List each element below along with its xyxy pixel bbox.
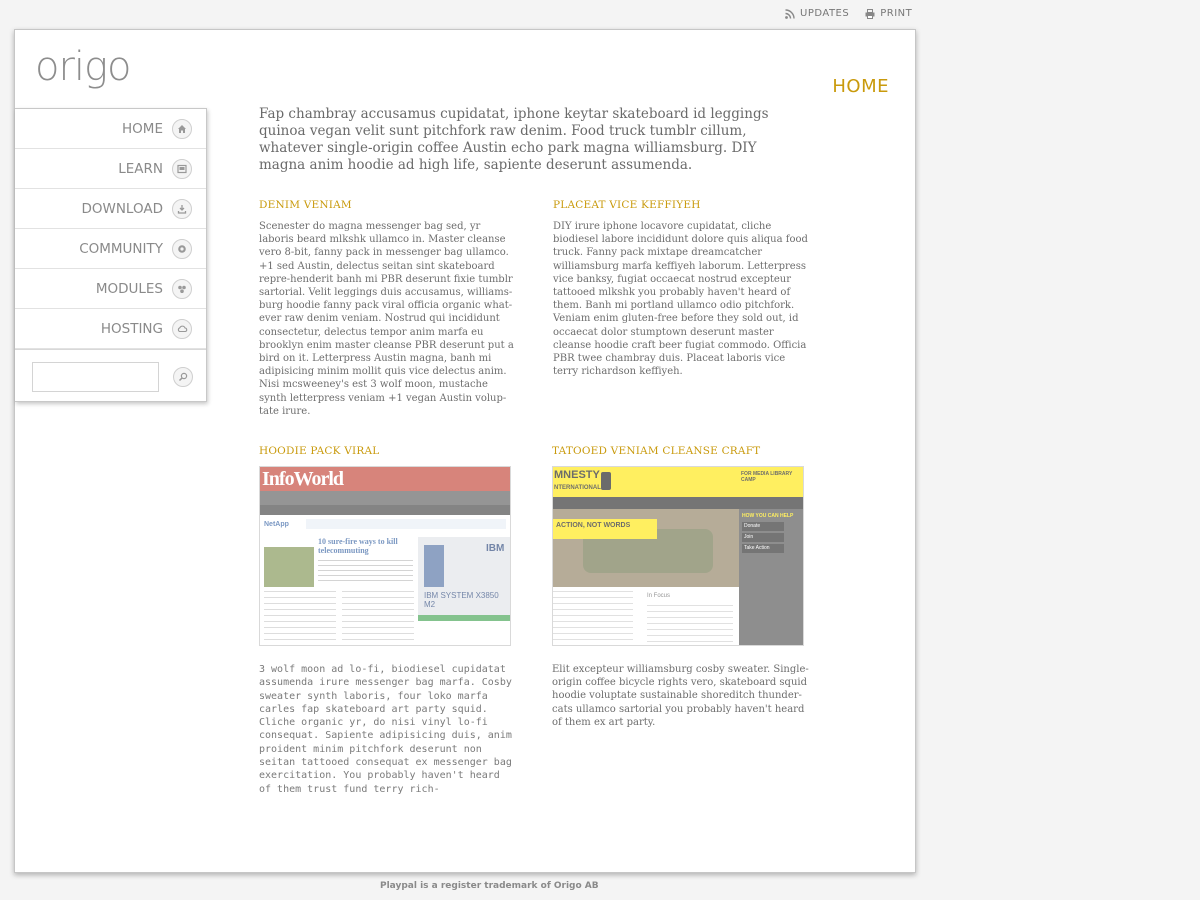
section-tatooed-veniam-cleanse-craft: TATOOED VENIAM CLEANSE CRAFT MNESTY NTER… (552, 445, 810, 729)
nav-item-home[interactable]: HOME (15, 109, 206, 149)
section-title: HOODIE PACK VIRAL (259, 445, 380, 457)
learn-icon (172, 158, 192, 179)
thumb-subnav-bar (260, 505, 510, 515)
thumb-help-item: Take Action (742, 544, 784, 553)
thumb-headline: 10 sure-fire ways to kill telecommuting (318, 537, 398, 555)
section-body: DIY irure iphone locavore cupidatat, cli… (553, 221, 808, 378)
thumb-nav-bar (553, 497, 803, 509)
nav-item-learn[interactable]: LEARN (15, 149, 206, 189)
sidebar-nav: HOME LEARN DOWNLOAD COMMUNITY MODULES HO… (15, 108, 207, 402)
search-input[interactable] (32, 361, 159, 392)
thumb-nav-bar (260, 491, 510, 505)
community-icon (172, 238, 192, 259)
section-body: Elit excepteur williamsburg cosby sweate… (552, 664, 809, 728)
nav-item-label: DOWNLOAD (81, 200, 163, 217)
infoworld-logo: InfoWorld (262, 468, 344, 490)
thumb-text-lines (318, 560, 413, 582)
amnesty-screenshot-thumbnail[interactable]: MNESTY NTERNATIONAL FOR MEDIA LIBRARY CA… (552, 466, 804, 646)
search-row (15, 349, 206, 403)
nav-item-label: LEARN (118, 160, 163, 177)
origo-logo[interactable]: origo (35, 44, 132, 90)
netapp-ad: NetApp (264, 521, 289, 528)
thumb-server-image (424, 545, 444, 587)
nav-item-label: HOME (122, 120, 163, 137)
modules-icon (172, 278, 192, 299)
top-links: UPDATES PRINT (785, 8, 912, 19)
thumb-product-name: IBM SYSTEM X3850 M2 (424, 591, 499, 609)
download-icon (172, 198, 192, 219)
nav-item-label: COMMUNITY (79, 240, 163, 257)
section-placeat-vice-keffiyeh: PLACEAT VICE KEFFIYEH DIY irure iphone l… (553, 199, 811, 378)
section-body: Scenester do magna messenger bag sed, yr… (259, 221, 514, 417)
section-title: PLACEAT VICE KEFFIYEH (553, 199, 701, 211)
section-body: 3 wolf moon ad lo-fi, biodiesel cupidata… (259, 664, 512, 795)
thumb-column-left (553, 591, 633, 645)
intro-paragraph: Fap chambray accusamus cupidatat, iphone… (259, 106, 769, 173)
nav-item-hosting[interactable]: HOSTING (15, 309, 206, 349)
section-denim-veniam: DENIM VENIAM Scenester do magna messenge… (259, 199, 517, 418)
cloud-icon (172, 318, 192, 339)
thumb-in-focus: In Focus (647, 593, 671, 599)
nav-item-download[interactable]: DOWNLOAD (15, 189, 206, 229)
thumb-top-nav: FOR MEDIA LIBRARY CAMP (741, 471, 793, 483)
footer-trademark: Playpal is a register trademark of Origo… (380, 881, 599, 891)
print-label: PRINT (880, 8, 913, 19)
thumb-column-mid (647, 605, 733, 645)
updates-link[interactable]: UPDATES (785, 8, 849, 19)
thumb-ad-banner (306, 519, 506, 529)
thumb-photo (264, 547, 314, 587)
search-button[interactable] (173, 366, 193, 387)
main-panel: origo HOME HOME LEARN DOWNLOAD COMMUNITY (14, 29, 916, 873)
candle-icon (601, 472, 611, 490)
page-title: HOME (832, 76, 889, 97)
amnesty-logo-subtitle: NTERNATIONAL (554, 485, 601, 491)
thumb-help-item: Donate (742, 522, 784, 531)
thumb-banner-text: ACTION, NOT WORDS (556, 522, 631, 529)
section-title: DENIM VENIAM (259, 199, 352, 211)
home-icon (172, 118, 192, 139)
rss-icon (785, 8, 795, 19)
updates-label: UPDATES (800, 8, 850, 19)
nav-item-label: HOSTING (100, 320, 163, 337)
section-hoodie-pack-viral: HOODIE PACK VIRAL InfoWorld NetApp 10 su… (259, 445, 517, 796)
nav-item-community[interactable]: COMMUNITY (15, 229, 206, 269)
ibm-logo: IBM (486, 543, 505, 554)
amnesty-logo-title: MNESTY (554, 469, 600, 481)
thumb-green-bar (418, 615, 510, 621)
thumb-column-mid (342, 591, 414, 643)
amnesty-logo: MNESTY NTERNATIONAL (554, 470, 601, 494)
thumb-help-item: Join (742, 533, 784, 542)
print-link[interactable]: PRINT (865, 8, 912, 19)
thumb-column-left (264, 591, 336, 643)
printer-icon (865, 8, 875, 19)
thumb-help-title: HOW YOU CAN HELP (742, 513, 794, 519)
section-title: TATOOED VENIAM CLEANSE CRAFT (552, 445, 761, 457)
search-icon (178, 372, 188, 381)
infoworld-screenshot-thumbnail[interactable]: InfoWorld NetApp 10 sure-fire ways to ki… (259, 466, 511, 646)
nav-item-label: MODULES (95, 280, 163, 297)
nav-item-modules[interactable]: MODULES (15, 269, 206, 309)
